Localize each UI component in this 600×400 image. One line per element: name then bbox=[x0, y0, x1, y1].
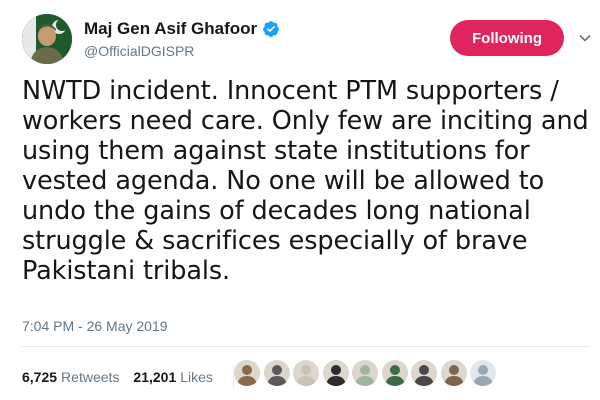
divider bbox=[22, 346, 590, 347]
retweet-count[interactable]: 6,725 bbox=[22, 369, 57, 385]
retweet-label[interactable]: Retweets bbox=[61, 369, 119, 385]
liker-avatar-5[interactable] bbox=[352, 360, 378, 386]
tweet-text-line: workers need care. Only few are inciting… bbox=[22, 106, 589, 136]
liker-avatar-9[interactable] bbox=[470, 360, 496, 386]
liker-avatar-1[interactable] bbox=[234, 360, 260, 386]
tweet-text-line: undo the gains of decades long national bbox=[22, 196, 531, 226]
user-display-name[interactable]: Maj Gen Asif Ghafoor bbox=[84, 19, 257, 39]
liker-avatars bbox=[234, 360, 500, 386]
tweet-text-line: using them against state institutions fo… bbox=[22, 136, 530, 166]
liker-avatar-7[interactable] bbox=[411, 360, 437, 386]
chevron-down-icon[interactable] bbox=[577, 30, 593, 46]
tweet-stats: 6,725 Retweets 21,201 Likes bbox=[22, 365, 242, 389]
user-handle[interactable]: @OfficialDGISPR bbox=[84, 43, 280, 59]
like-label[interactable]: Likes bbox=[180, 369, 213, 385]
liker-avatar-6[interactable] bbox=[381, 360, 408, 386]
liker-avatar-4[interactable] bbox=[322, 360, 349, 386]
tweet-header: Maj Gen Asif Ghafoor @OfficialDGISPR Fol… bbox=[22, 14, 593, 64]
liker-avatar-2[interactable] bbox=[263, 360, 290, 386]
tweet-text-line: NWTD incident. Innocent PTM supporters / bbox=[22, 76, 559, 106]
liker-avatar-8[interactable] bbox=[440, 360, 467, 386]
user-avatar[interactable] bbox=[22, 14, 72, 64]
tweet-text-line: vested agenda. No one will be allowed to bbox=[22, 166, 545, 196]
liker-avatar-3[interactable] bbox=[293, 360, 319, 386]
tweet-timestamp[interactable]: 7:04 PM - 26 May 2019 bbox=[22, 318, 168, 334]
like-count[interactable]: 21,201 bbox=[133, 369, 176, 385]
user-identity: Maj Gen Asif Ghafoor @OfficialDGISPR bbox=[84, 19, 280, 59]
following-button[interactable]: Following bbox=[450, 20, 564, 56]
verified-badge-icon bbox=[263, 21, 280, 37]
tweet-text: NWTD incident. Innocent PTM supporters /… bbox=[22, 76, 592, 286]
tweet-text-line: Pakistani tribals. bbox=[22, 256, 231, 286]
tweet-text-line: struggle & sacrifices especially of brav… bbox=[22, 226, 528, 256]
